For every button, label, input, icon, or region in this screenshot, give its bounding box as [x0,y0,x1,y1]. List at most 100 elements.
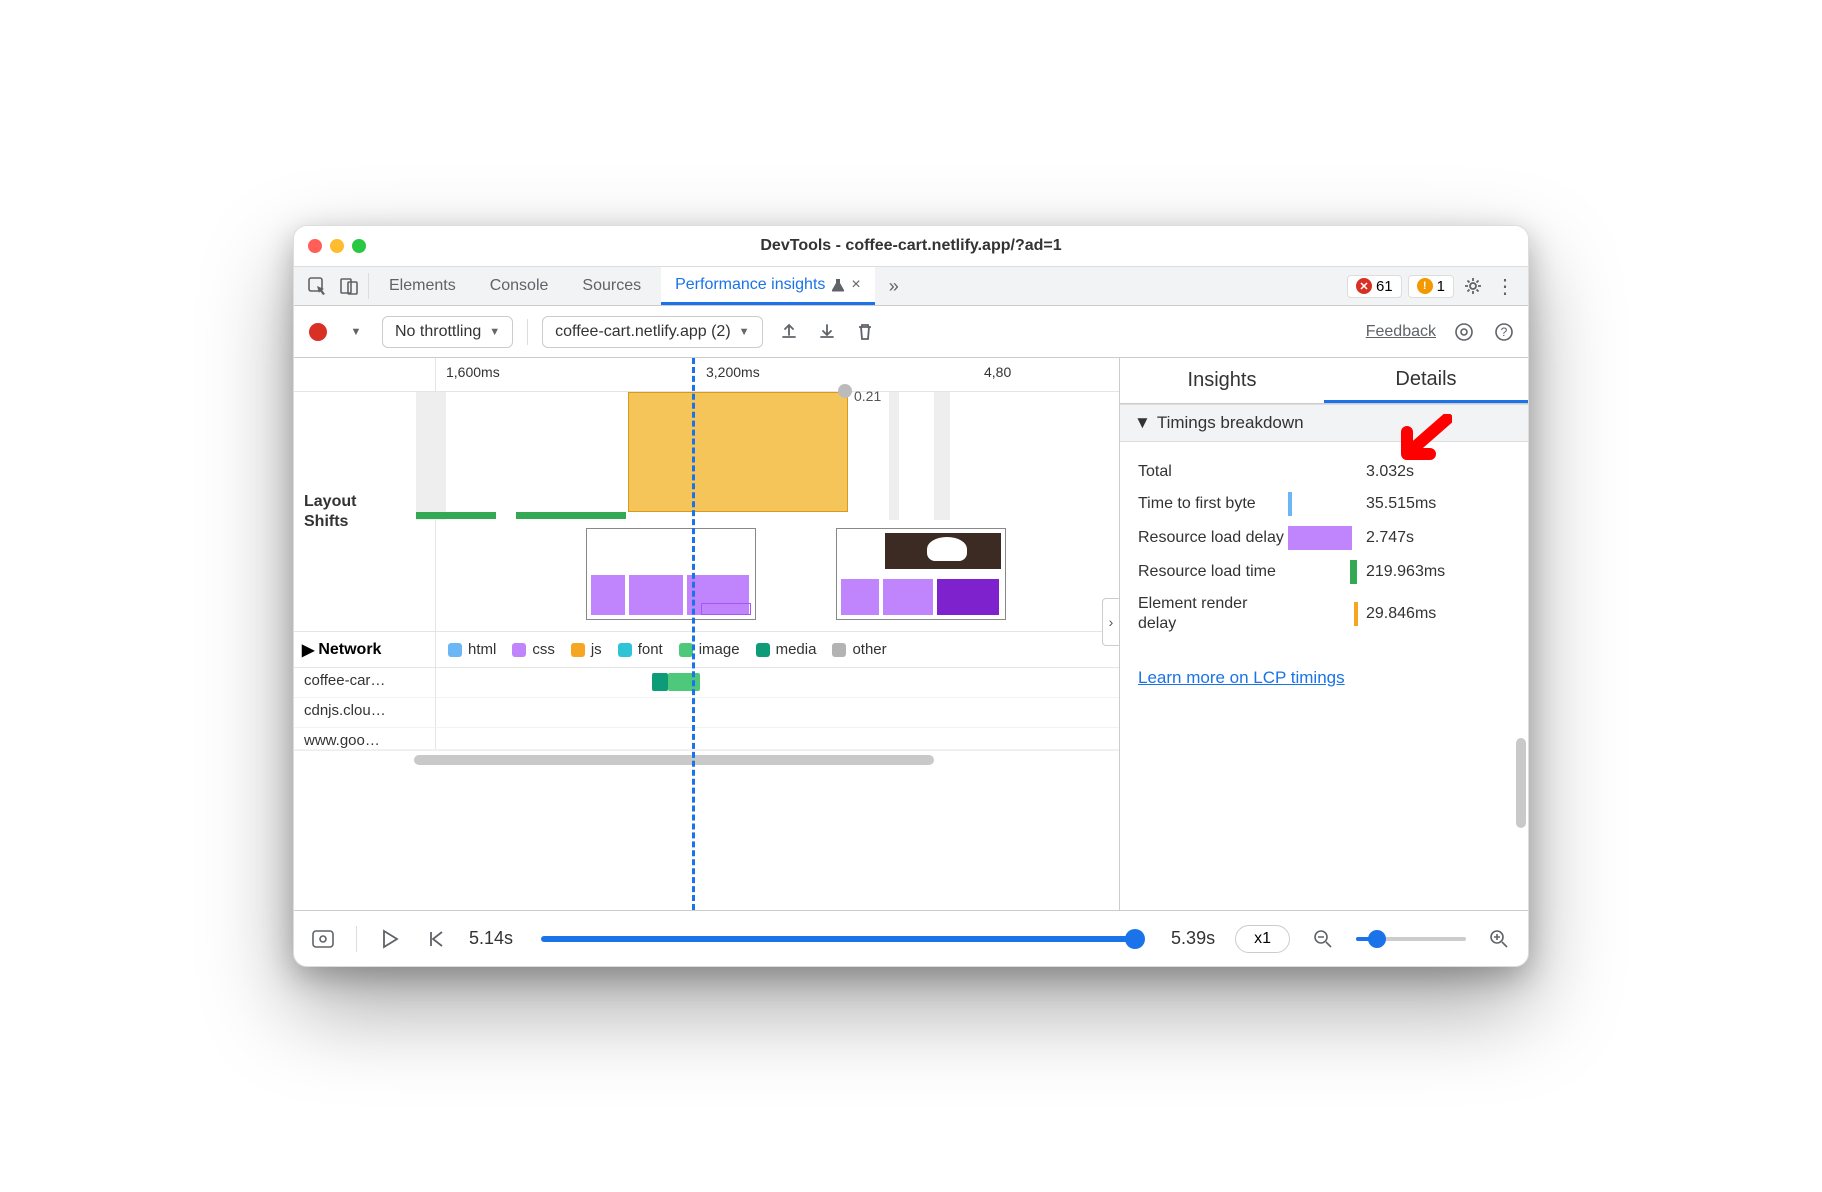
delete-icon[interactable] [853,320,877,344]
legend-label: media [776,641,817,658]
window-title: DevTools - coffee-cart.netlify.app/?ad=1 [760,237,1061,255]
network-toggle[interactable]: ▶ Network [294,632,436,667]
timing-row-ttfb: Time to first byte 35.515ms [1138,492,1510,516]
learn-more-link[interactable]: Learn more on LCP timings [1120,660,1528,696]
filmstrip-thumb[interactable] [836,528,1006,620]
timing-row-resource-load-time: Resource load time 219.963ms [1138,560,1510,584]
layout-shifts-track: Layout Shifts 0.21 [294,392,1119,632]
timings-list: Total 3.032s Time to first byte 35.515ms… [1120,442,1528,660]
ruler-tick: 4,80 [984,364,1011,380]
cls-dim-region [889,392,899,520]
chevron-down-icon: ▼ [489,326,500,338]
network-row[interactable]: www.goo… [294,728,1119,750]
record-dropdown[interactable]: ▼ [344,320,368,344]
tab-performance-insights[interactable]: Performance insights × [661,267,875,305]
more-tabs-icon[interactable]: » [881,273,907,299]
timing-value: 3.032s [1366,463,1414,481]
network-row[interactable]: cdnjs.clou… [294,698,1119,728]
cls-point[interactable] [838,384,852,398]
kebab-menu-icon[interactable]: ⋮ [1492,273,1518,299]
page-select[interactable]: coffee-cart.netlify.app (2) ▼ [542,316,762,348]
timing-label: Resource load delay [1138,528,1288,548]
preview-toggle-icon[interactable] [310,926,336,952]
timing-bar-segment [1288,526,1352,550]
maximize-window-button[interactable] [352,239,366,253]
network-row-host: cdnjs.clou… [294,698,436,727]
warnings-badge[interactable]: ! 1 [1408,275,1454,298]
play-button[interactable] [377,926,403,952]
section-title: Timings breakdown [1157,413,1304,433]
content-area: 1,600ms 3,200ms 4,80 LCP Layout Shifts 0… [294,358,1528,910]
timing-value: 219.963ms [1366,563,1445,581]
legend-label: css [532,641,555,658]
collapse-sidepanel-button[interactable]: › [1102,598,1120,646]
throttling-select[interactable]: No throttling ▼ [382,316,513,348]
cls-value: 0.21 [854,388,881,404]
device-toolbar-icon[interactable] [336,273,362,299]
tab-console[interactable]: Console [476,267,563,305]
feedback-link[interactable]: Feedback [1366,323,1436,341]
timing-bar [416,512,496,519]
timings-breakdown-header[interactable]: ▼ Timings breakdown [1120,404,1528,442]
filmstrip-thumb[interactable] [586,528,756,620]
network-bar[interactable] [652,673,668,691]
vertical-scrollbar[interactable] [1516,418,1526,900]
svg-text:?: ? [1501,325,1508,339]
titlebar: DevTools - coffee-cart.netlify.app/?ad=1 [294,226,1528,266]
network-row[interactable]: coffee-car… [294,668,1119,698]
legend-swatch-media [756,643,770,657]
tab-insights[interactable]: Insights [1120,358,1324,403]
traffic-lights [308,239,366,253]
layout-shifts-body[interactable]: 0.21 [436,392,1119,631]
record-button[interactable] [306,320,330,344]
legend-swatch-html [448,643,462,657]
devtools-window: DevTools - coffee-cart.netlify.app/?ad=1… [293,225,1529,967]
timing-bar-segment [1350,560,1357,584]
settings-icon[interactable] [1460,273,1486,299]
legend-label: image [699,641,740,658]
network-bar[interactable] [668,673,700,691]
seek-start-button[interactable] [423,926,449,952]
playback-slider[interactable] [541,936,1143,942]
panel-settings-icon[interactable] [1452,320,1476,344]
network-row-host: coffee-car… [294,668,436,697]
divider [527,319,528,345]
divider [368,273,369,299]
cls-dim-region [416,392,446,520]
playback-speed-button[interactable]: x1 [1235,925,1290,953]
playback-time-total: 5.39s [1171,928,1215,949]
triangle-down-icon: ▼ [1134,413,1151,433]
close-window-button[interactable] [308,239,322,253]
export-icon[interactable] [777,320,801,344]
slider-knob[interactable] [1368,930,1386,948]
close-tab-icon[interactable]: × [851,276,860,294]
horizontal-scrollbar[interactable] [294,750,1119,768]
errors-badge[interactable]: ✕ 61 [1347,275,1402,298]
legend-swatch-css [512,643,526,657]
minimize-window-button[interactable] [330,239,344,253]
error-icon: ✕ [1356,278,1372,294]
timing-row-element-render-delay: Element render delay 29.846ms [1138,594,1510,634]
legend-swatch-other [832,643,846,657]
scrollbar-thumb[interactable] [414,755,934,765]
inspect-icon[interactable] [304,273,330,299]
time-ruler[interactable]: 1,600ms 3,200ms 4,80 [294,358,1119,392]
tab-details[interactable]: Details [1324,358,1528,403]
timing-value: 29.846ms [1366,605,1436,623]
scrollbar-thumb[interactable] [1516,738,1526,828]
slider-knob[interactable] [1125,929,1145,949]
tab-elements[interactable]: Elements [375,267,470,305]
tab-sources[interactable]: Sources [568,267,655,305]
playhead-line[interactable] [692,358,695,910]
warnings-count: 1 [1437,278,1445,295]
zoom-slider[interactable] [1356,937,1466,941]
help-icon[interactable]: ? [1492,320,1516,344]
errors-count: 61 [1376,278,1393,295]
cls-block[interactable] [628,392,848,512]
chevron-down-icon: ▼ [739,326,750,338]
zoom-in-button[interactable] [1486,926,1512,952]
zoom-out-button[interactable] [1310,926,1336,952]
timing-label: Resource load time [1138,562,1288,582]
import-icon[interactable] [815,320,839,344]
timing-bar-segment [1288,492,1292,516]
